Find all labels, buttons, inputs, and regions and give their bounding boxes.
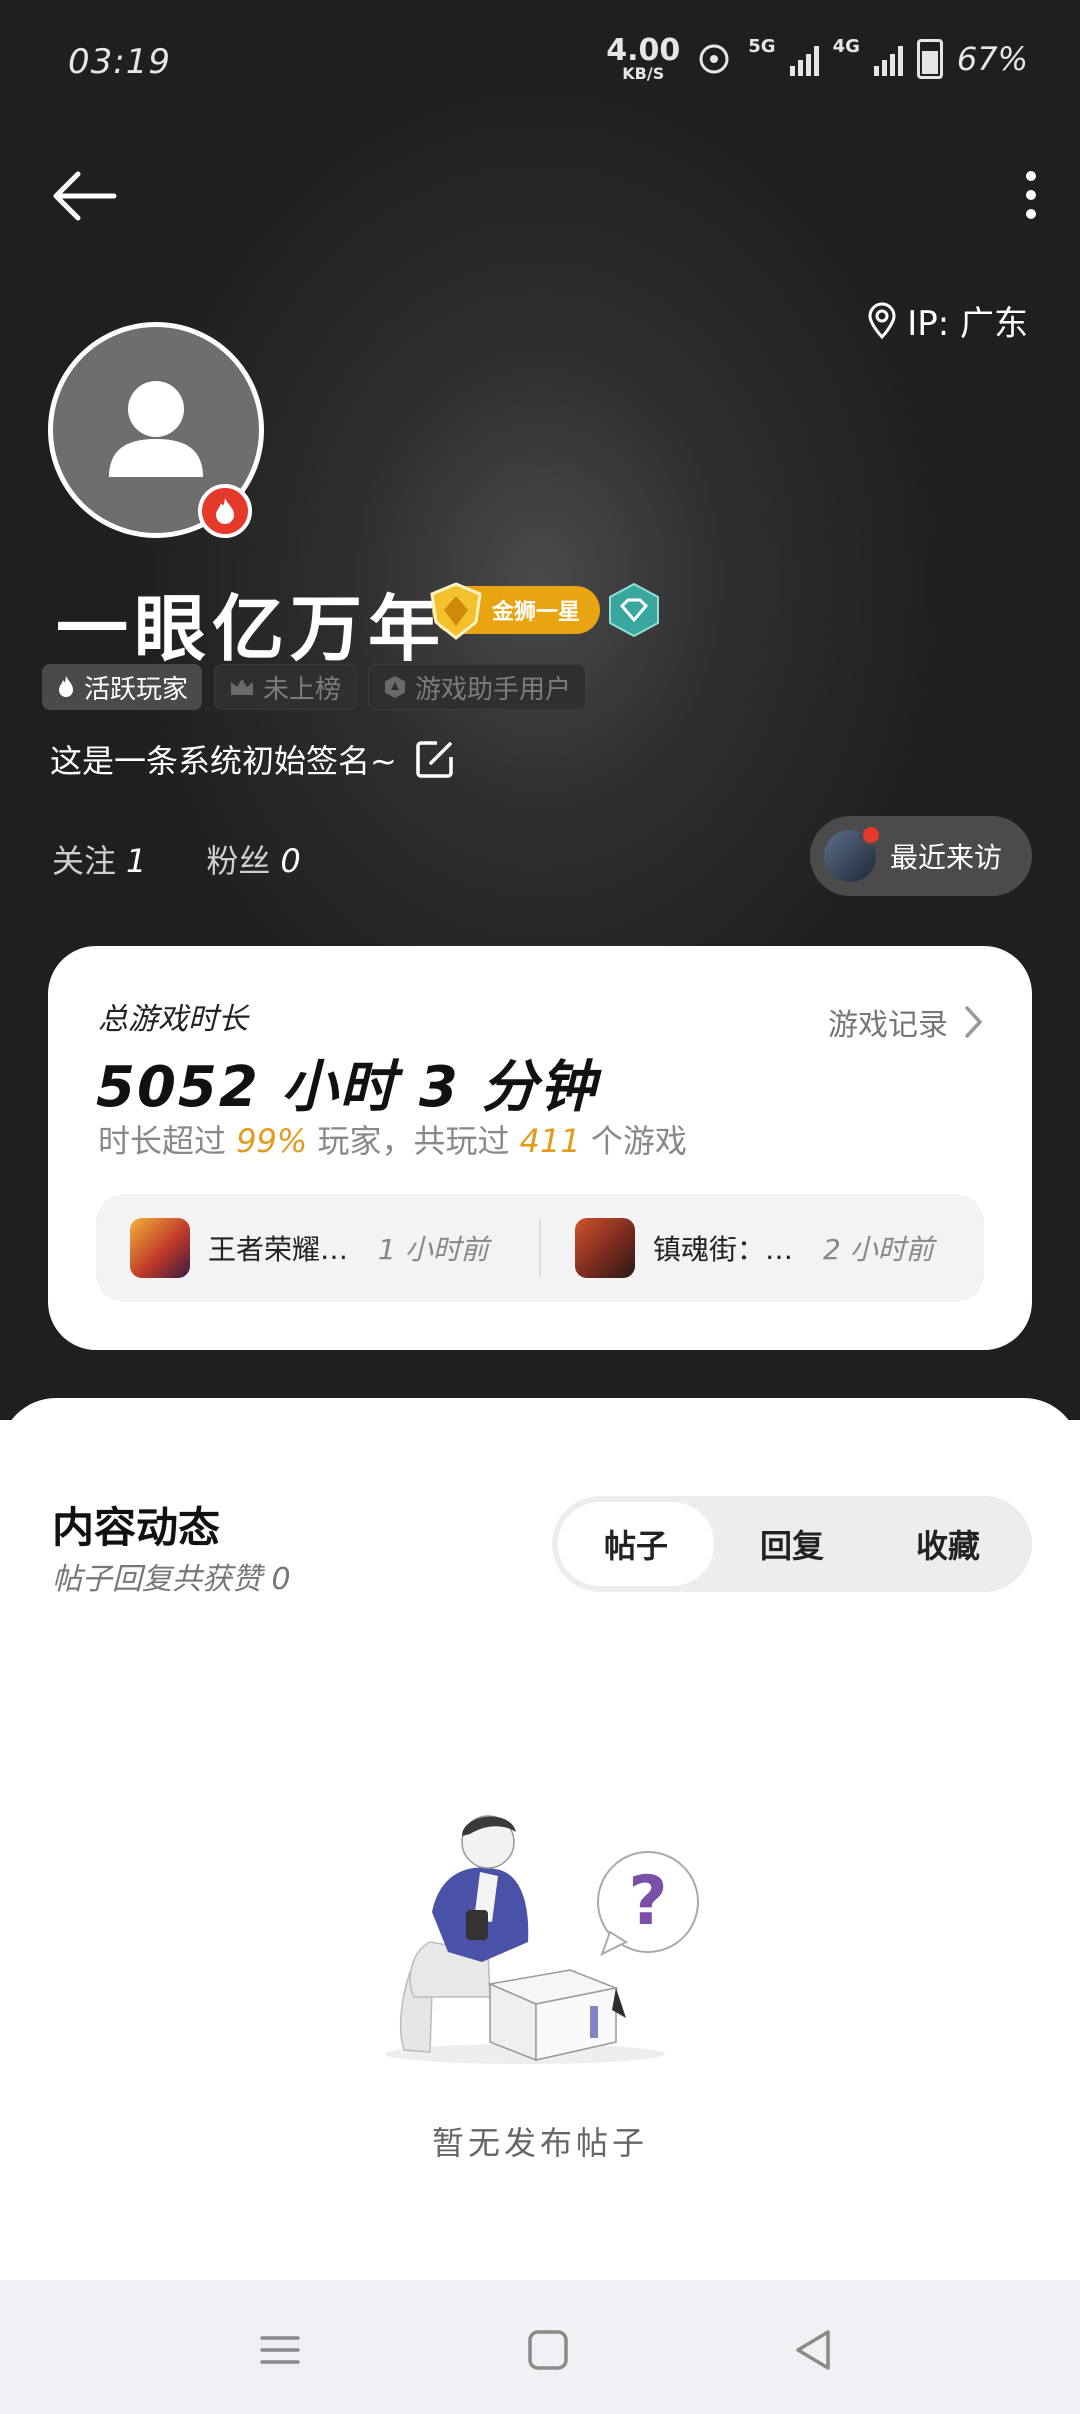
game-icon-zhenhunjie	[575, 1218, 635, 1278]
rank-shield-icon	[430, 582, 482, 640]
empty-state-illustration: ?	[385, 1815, 699, 2064]
visitor-avatar	[824, 824, 882, 882]
network-speed: 4.00 KB/S	[606, 33, 681, 83]
content-tabs: 帖子 回复 收藏	[552, 1496, 1032, 1592]
battery-percent: 67%	[956, 40, 1028, 78]
content-title: 内容动态	[52, 1503, 221, 1552]
fire-icon	[216, 498, 234, 524]
back-triangle-icon[interactable]	[784, 2320, 844, 2380]
crown-icon	[231, 679, 254, 695]
recent-game-item[interactable]: 王者荣耀… 1 小时前	[96, 1194, 539, 1302]
fans-stat[interactable]: 粉丝 0	[206, 836, 300, 882]
game-time: 2 小时前	[823, 1233, 934, 1266]
signature: 这是一条系统初始签名~	[50, 736, 455, 782]
content-section: 内容动态 帖子回复共获赞 0 帖子 回复 收藏 ? 暂无发布帖子	[0, 1398, 1080, 2280]
percent-highlight: 99%	[236, 1122, 308, 1160]
status-bar: 03:19 4.00 KB/S 5G 4G 67%	[0, 0, 1080, 120]
back-button[interactable]	[48, 168, 120, 224]
network-5g-label: 5G	[748, 36, 776, 57]
edit-icon[interactable]	[415, 739, 455, 779]
hotspot-icon	[699, 44, 729, 74]
hexagon-icon	[385, 676, 406, 698]
status-icons: 4.00 KB/S 5G 4G 67%	[606, 36, 1028, 82]
diamond-badge-icon[interactable]	[606, 582, 662, 638]
arrow-left-icon	[53, 171, 117, 221]
menu-icon[interactable]	[250, 2320, 310, 2380]
new-visit-dot	[860, 824, 882, 846]
game-time: 1 小时前	[378, 1233, 489, 1266]
svg-text:?: ?	[628, 1862, 667, 1941]
follow-stats: 关注 1 粉丝 0	[52, 836, 301, 882]
ip-location: IP: 广东	[867, 296, 1028, 345]
recent-visitors-button[interactable]: 最近来访	[810, 816, 1032, 896]
recent-game-item[interactable]: 镇魂街：… 2 小时前	[541, 1194, 984, 1302]
rank-label: 金狮一星	[492, 600, 581, 625]
battery-icon	[916, 39, 943, 79]
playtime-card: 总游戏时长 游戏记录 5052 小时 3 分钟 时长超过 99% 玩家，共玩过 …	[48, 946, 1032, 1350]
tab-favorites[interactable]: 收藏	[870, 1502, 1026, 1586]
more-options-button[interactable]	[1006, 160, 1056, 230]
ip-location-text: IP: 广东	[907, 304, 1028, 344]
game-name: 王者荣耀…	[208, 1233, 349, 1266]
game-icon-honor-of-kings	[130, 1218, 190, 1278]
network-4g-label: 4G	[832, 36, 860, 57]
recent-visit-label: 最近来访	[890, 841, 1003, 874]
playtime-value: 5052 小时 3 分钟	[96, 1055, 598, 1120]
home-square-icon[interactable]	[518, 2320, 578, 2380]
likes-summary: 帖子回复共获赞 0	[52, 1562, 291, 1597]
system-navigation-bar	[0, 2280, 1080, 2414]
fire-icon	[59, 676, 73, 697]
tag-game-assistant-user[interactable]: 游戏助手用户	[368, 664, 587, 710]
empty-state-text: 暂无发布帖子	[431, 2124, 648, 2162]
signature-text: 这是一条系统初始签名~	[50, 742, 397, 780]
tab-replies[interactable]: 回复	[714, 1502, 870, 1586]
more-vertical-icon	[1026, 171, 1036, 181]
game-count-highlight: 411	[519, 1122, 581, 1160]
tag-not-ranked[interactable]: 未上榜	[214, 664, 357, 710]
active-fire-badge	[198, 484, 252, 538]
tab-posts[interactable]: 帖子	[558, 1502, 714, 1586]
signal-5g-icon	[789, 42, 819, 76]
playtime-summary: 时长超过 99% 玩家，共玩过 411 个游戏	[98, 1122, 687, 1160]
playtime-label: 总游戏时长	[98, 1002, 248, 1037]
profile-tags: 活跃玩家 未上榜 游戏助手用户	[42, 664, 587, 710]
game-record-link[interactable]: 游戏记录	[828, 1000, 984, 1044]
status-time: 03:19	[68, 42, 171, 82]
chevron-right-icon	[965, 1006, 983, 1038]
signal-4g-icon	[873, 42, 903, 76]
username: 一眼亿万年	[56, 587, 447, 671]
location-pin-icon	[868, 302, 896, 339]
tag-active-player[interactable]: 活跃玩家	[42, 664, 203, 710]
recent-games: 王者荣耀… 1 小时前 镇魂街：… 2 小时前	[96, 1194, 984, 1302]
following-stat[interactable]: 关注 1	[52, 836, 146, 882]
game-name: 镇魂街：…	[653, 1233, 794, 1266]
